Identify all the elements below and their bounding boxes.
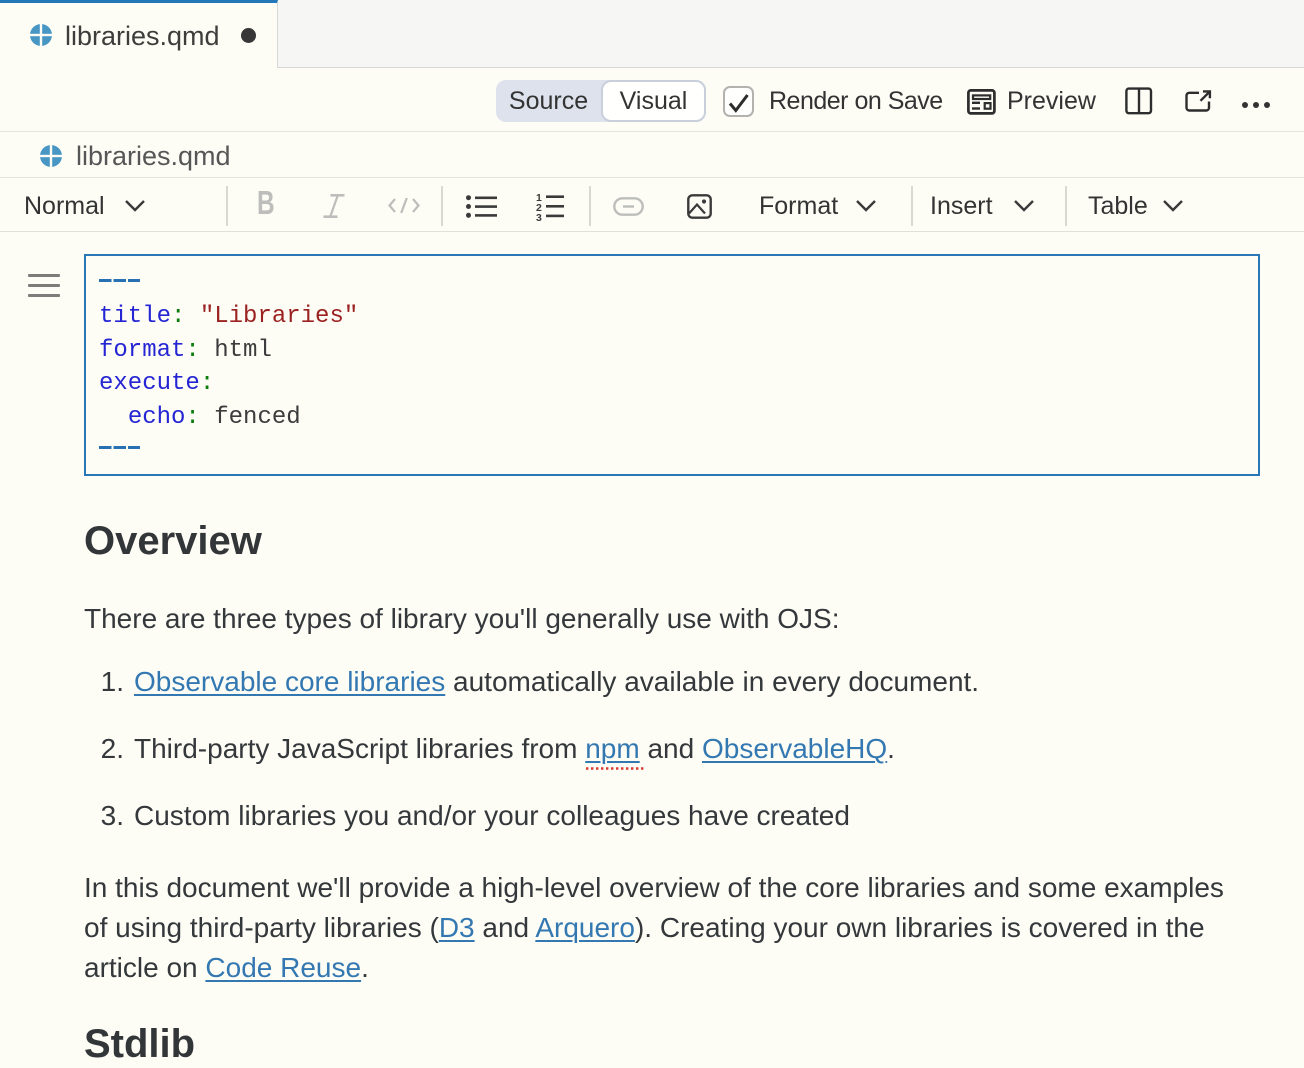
svg-text:3: 3 — [536, 212, 542, 222]
